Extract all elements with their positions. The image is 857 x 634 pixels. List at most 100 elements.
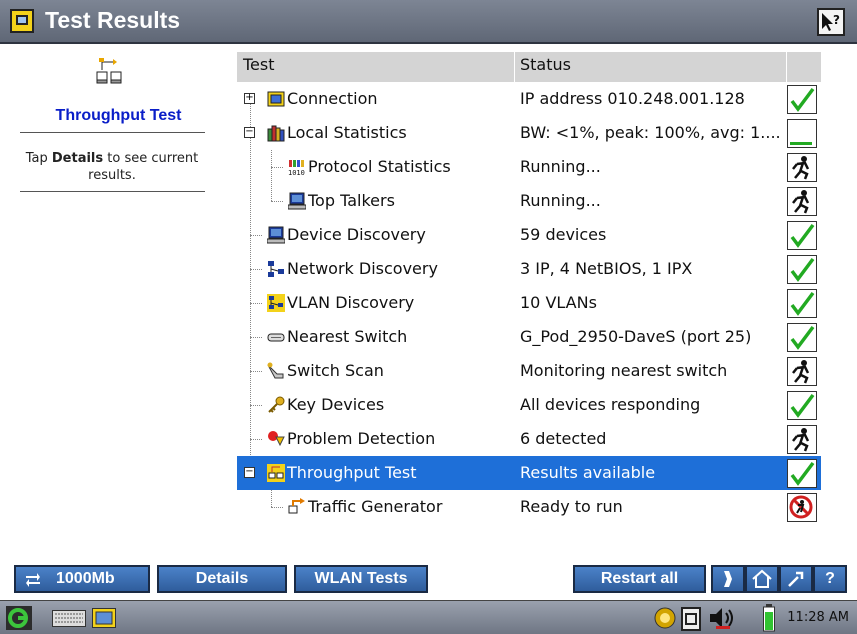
column-header-test[interactable]: Test <box>243 55 275 74</box>
table-row[interactable]: Top Talkers Running... <box>237 184 821 218</box>
switch-icon <box>267 333 285 342</box>
test-status: 6 detected <box>520 429 607 448</box>
running-icon <box>792 156 810 180</box>
table-row[interactable]: 1010 Protocol Statistics Running... <box>237 150 821 184</box>
test-status: IP address 010.248.001.128 <box>520 89 745 108</box>
bottom-toolbar: 1000Mb Details WLAN Tests Restart all ? <box>0 560 857 598</box>
status-indicator[interactable] <box>787 425 817 454</box>
collapse-icon[interactable]: − <box>244 127 255 138</box>
instruction-text: Tap Details to see current results. <box>22 150 202 184</box>
help-pointer-button[interactable]: ? <box>817 8 845 36</box>
table-row[interactable]: Key Devices All devices responding <box>237 388 821 422</box>
status-indicator[interactable] <box>787 459 817 488</box>
table-row[interactable]: Switch Scan Monitoring nearest switch <box>237 354 821 388</box>
test-status: 10 VLANs <box>520 293 597 312</box>
test-name: Network Discovery <box>287 259 438 278</box>
test-status: G_Pod_2950-DaveS (port 25) <box>520 327 752 346</box>
restart-all-button[interactable]: Restart all <box>573 565 706 593</box>
tree-connector <box>250 269 262 270</box>
taskbar: 11:28 AM <box>0 600 857 634</box>
traffic-icon <box>288 498 305 514</box>
test-status: Ready to run <box>520 497 623 516</box>
speed-button[interactable]: 1000Mb <box>14 565 150 593</box>
test-status: 59 devices <box>520 225 607 244</box>
status-indicator[interactable] <box>787 289 817 318</box>
status-indicator[interactable] <box>787 187 817 216</box>
status-indicator[interactable] <box>787 85 817 114</box>
status-indicator[interactable] <box>787 221 817 250</box>
task-window-icon[interactable] <box>92 608 116 628</box>
tools-button[interactable] <box>779 565 813 593</box>
table-row[interactable]: Device Discovery 59 devices <box>237 218 821 252</box>
swap-arrows-icon <box>26 573 40 587</box>
clipboard-icon[interactable] <box>681 605 701 631</box>
home-icon <box>752 569 772 588</box>
tree-connector <box>250 371 262 372</box>
status-indicator[interactable] <box>787 323 817 352</box>
books-icon <box>267 125 285 142</box>
key-icon <box>268 396 285 413</box>
title-bar: Test Results ? <box>0 0 857 44</box>
instruction-details-word: Details <box>51 151 104 166</box>
connection-icon <box>267 91 285 107</box>
collapse-icon[interactable]: − <box>244 467 255 478</box>
test-name: Nearest Switch <box>287 327 408 346</box>
table-row[interactable]: + Connection IP address 010.248.001.128 <box>237 82 821 116</box>
tree-connector <box>271 201 283 202</box>
status-indicator[interactable] <box>787 153 817 182</box>
test-name: Protocol Statistics <box>308 157 451 176</box>
test-status: Results available <box>520 463 656 482</box>
table-row[interactable]: − Throughput Test Results available <box>237 456 821 490</box>
check-icon <box>790 461 815 486</box>
test-status: Running... <box>520 191 601 210</box>
status-indicator[interactable] <box>787 255 817 284</box>
status-indicator[interactable] <box>787 391 817 420</box>
status-indicator[interactable] <box>787 493 817 522</box>
divider <box>20 132 205 133</box>
back-button[interactable] <box>711 565 745 593</box>
battery-icon[interactable] <box>763 604 775 632</box>
clock[interactable]: 11:28 AM <box>787 610 849 625</box>
status-indicator[interactable] <box>787 357 817 386</box>
test-status: All devices responding <box>520 395 701 414</box>
status-indicator[interactable] <box>787 119 817 148</box>
table-row[interactable]: Traffic Generator Ready to run <box>237 490 821 524</box>
keyboard-icon[interactable] <box>52 610 86 627</box>
check-icon <box>790 325 815 350</box>
tree-connector <box>271 167 283 168</box>
test-name: Device Discovery <box>287 225 426 244</box>
table-row[interactable]: Network Discovery 3 IP, 4 NetBIOS, 1 IPX <box>237 252 821 286</box>
instruction-suffix: to see current results. <box>88 151 199 183</box>
details-button[interactable]: Details <box>157 565 287 593</box>
table-row[interactable]: Problem Detection 6 detected <box>237 422 821 456</box>
results-table: Test Status + Connection IP address 010.24… <box>237 52 821 548</box>
problem-icon <box>268 431 285 447</box>
check-icon <box>790 87 815 112</box>
divider <box>20 191 205 192</box>
instruction-prefix: Tap <box>25 151 52 166</box>
column-header-status[interactable]: Status <box>520 55 571 74</box>
check-icon <box>790 291 815 316</box>
throughput-icon <box>267 464 285 482</box>
computer-icon <box>267 226 285 244</box>
check-icon <box>790 393 815 418</box>
help-button[interactable]: ? <box>813 565 847 593</box>
expand-icon[interactable]: + <box>244 93 255 104</box>
svg-text:1010: 1010 <box>288 169 305 176</box>
table-row[interactable]: − Local Statistics BW: <1%, peak: 100%, av… <box>237 116 821 150</box>
tree-connector <box>250 303 262 304</box>
window-title: Test Results <box>45 7 181 33</box>
speaker-icon[interactable] <box>708 606 738 630</box>
column-separator <box>514 52 515 82</box>
wlan-tests-button[interactable]: WLAN Tests <box>294 565 428 593</box>
table-row[interactable]: VLAN Discovery 10 VLANs <box>237 286 821 320</box>
tree-connector <box>271 507 283 508</box>
table-row[interactable]: Nearest Switch G_Pod_2950-DaveS (port 25) <box>237 320 821 354</box>
table-header: Test Status <box>237 52 821 82</box>
connection-status-icon[interactable] <box>653 606 677 630</box>
start-menu-icon[interactable] <box>6 606 32 630</box>
selected-test-title: Throughput Test <box>55 107 182 124</box>
running-icon <box>792 428 810 452</box>
home-button[interactable] <box>745 565 779 593</box>
test-status: 3 IP, 4 NetBIOS, 1 IPX <box>520 259 693 278</box>
